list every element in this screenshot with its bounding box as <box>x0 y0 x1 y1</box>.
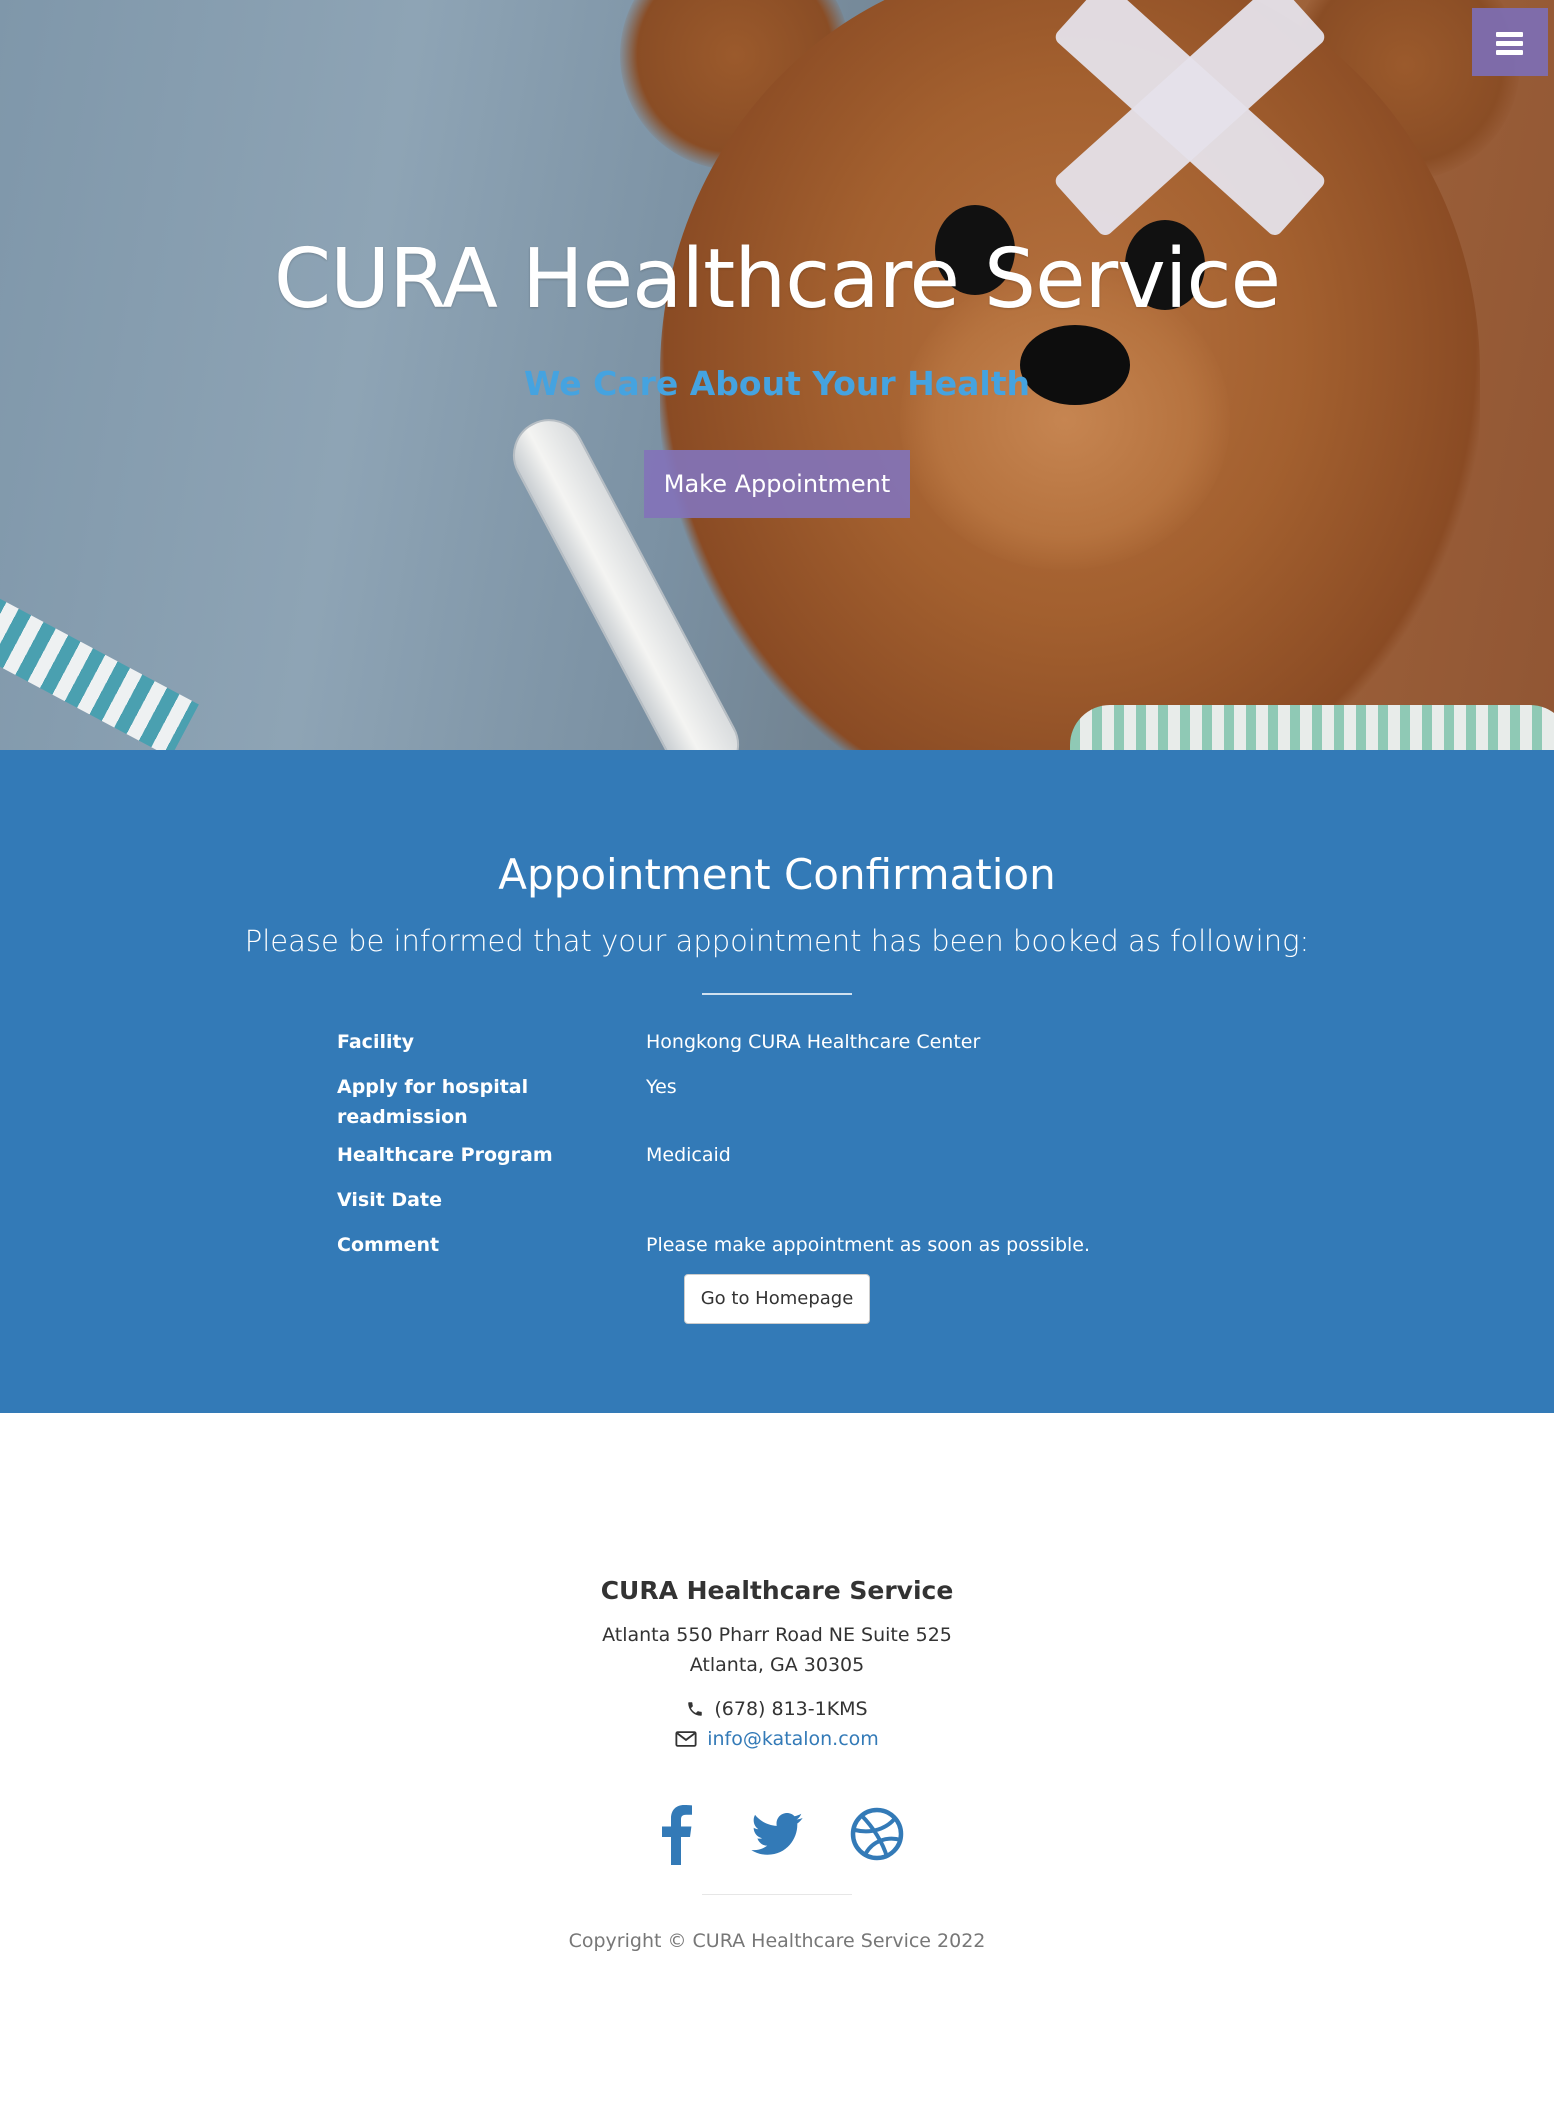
bars-icon <box>1496 41 1523 46</box>
facility-value: Hongkong CURA Healthcare Center <box>646 1031 981 1053</box>
facebook-link[interactable] <box>649 1803 705 1865</box>
envelope-icon <box>675 1731 697 1747</box>
phone-icon <box>688 1702 703 1716</box>
readmission-value: Yes <box>646 1076 677 1098</box>
detail-label: Visit Date <box>337 1189 442 1211</box>
section-divider <box>702 993 852 995</box>
dribbble-link[interactable] <box>849 1803 905 1865</box>
twitter-icon <box>751 1813 803 1855</box>
address-line-2: Atlanta, GA 30305 <box>689 1654 865 1676</box>
address-line-1: Atlanta 550 Pharr Road NE Suite 525 <box>602 1624 952 1646</box>
hero-subtitle: We Care About Your Health <box>524 364 1030 403</box>
detail-label: Apply for hospital readmission <box>337 1076 529 1128</box>
hero-content: CURA Healthcare Service We Care About Yo… <box>0 0 1554 750</box>
detail-label: Facility <box>337 1031 414 1053</box>
email-row: info@katalon.com <box>0 1728 1554 1750</box>
program-value: Medicaid <box>646 1144 731 1166</box>
email-link[interactable]: info@katalon.com <box>707 1728 879 1750</box>
make-appointment-button[interactable]: Make Appointment <box>644 450 910 518</box>
appointment-confirmation-section: Appointment Confirmation Please be infor… <box>0 750 1554 1413</box>
menu-toggle-button[interactable] <box>1472 8 1548 76</box>
footer: CURA Healthcare Service Atlanta 550 Phar… <box>0 1413 1554 2123</box>
bars-icon <box>1496 32 1523 37</box>
bars-icon <box>1496 50 1523 55</box>
phone-number: (678) 813-1KMS <box>714 1698 868 1720</box>
footer-divider <box>702 1894 852 1895</box>
confirmation-title: Appointment Confirmation <box>498 850 1056 899</box>
facebook-icon <box>662 1805 692 1865</box>
detail-label: Healthcare Program <box>337 1144 553 1166</box>
copyright-text: Copyright © CURA Healthcare Service 2022 <box>568 1930 986 1952</box>
dribbble-icon <box>850 1807 904 1861</box>
hero-title: CURA Healthcare Service <box>273 232 1281 327</box>
confirmation-lead: Please be informed that your appointment… <box>244 924 1310 958</box>
phone-row: (678) 813-1KMS <box>0 1698 1554 1720</box>
go-to-homepage-button[interactable]: Go to Homepage <box>684 1274 870 1324</box>
social-links <box>0 1803 1554 1865</box>
footer-title: CURA Healthcare Service <box>600 1576 954 1605</box>
hero-section: CURA Healthcare Service We Care About Yo… <box>0 0 1554 750</box>
detail-label: Comment <box>337 1234 440 1256</box>
comment-value: Please make appointment as soon as possi… <box>646 1234 1091 1256</box>
twitter-link[interactable] <box>749 1803 805 1865</box>
